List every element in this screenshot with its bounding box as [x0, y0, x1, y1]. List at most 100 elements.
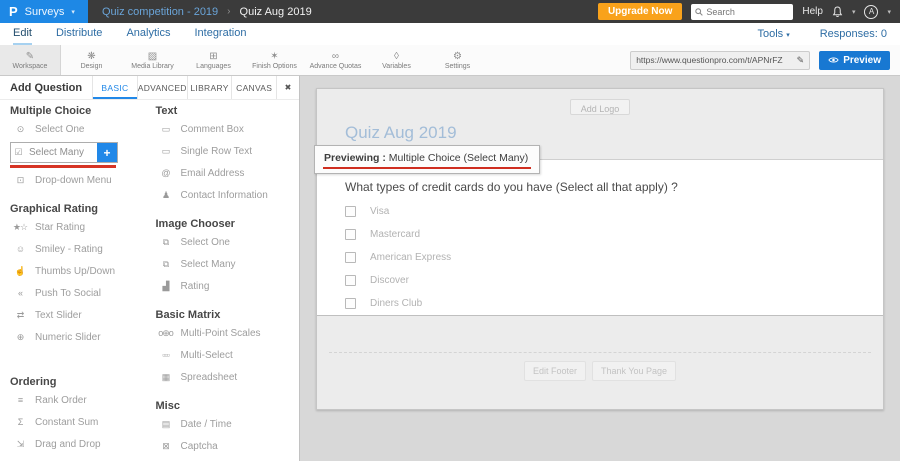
option-label: Discover [370, 275, 409, 286]
surveys-product-menu[interactable]: P Surveys ▾ [0, 0, 88, 23]
survey-title[interactable]: Quiz Aug 2019 [345, 123, 883, 143]
upgrade-now-button[interactable]: Upgrade Now [598, 3, 682, 20]
toolbar-tab-workspace[interactable]: ✎Workspace [0, 45, 61, 75]
comment-box-icon: ▭ [158, 124, 174, 135]
responses-count-link[interactable]: Responses: 0 [820, 28, 887, 40]
toolbar-right: ✎ Preview [630, 45, 900, 75]
toolbar-tab-media-library[interactable]: ▨Media Library [122, 45, 183, 75]
tools-dropdown[interactable]: Tools ▾ [757, 28, 789, 40]
panel-item-label: Drag and Drop [35, 439, 101, 450]
variables-tag-icon: ◊ [394, 51, 399, 62]
survey-url-input[interactable] [636, 55, 793, 65]
toolbar-tab-finish-options[interactable]: ✶Finish Options [244, 45, 305, 75]
chevron-down-icon[interactable]: ▾ [852, 8, 856, 16]
panel-tab-canvas[interactable]: CANVAS [231, 76, 276, 99]
panel-item-label: Push To Social [35, 288, 101, 299]
panel-item-date-time[interactable]: ▤Date / Time [154, 413, 300, 435]
question-card: What types of credit cards do you have (… [317, 159, 883, 316]
radio-stack-icon: ⊙ [12, 124, 28, 135]
section-title: Graphical Rating [10, 203, 154, 216]
panel-item-contact-information[interactable]: ♟Contact Information [154, 184, 300, 206]
panel-item-email-address[interactable]: @Email Address [154, 162, 300, 184]
panel-title: Add Question [0, 76, 92, 99]
question-text[interactable]: What types of credit cards do you have (… [345, 180, 883, 194]
panel-item-rating[interactable]: ▟Rating [154, 275, 300, 297]
panel-item-select-many[interactable]: ⧉Select Many [154, 253, 300, 275]
finish-wand-icon: ✶ [270, 51, 278, 62]
preview-button[interactable]: Preview [819, 51, 890, 70]
option-checkbox[interactable] [345, 206, 356, 217]
panel-item-star-rating[interactable]: ★☆Star Rating [8, 216, 154, 238]
option-checkbox[interactable] [345, 252, 356, 263]
toolbar-tab-design[interactable]: ❋Design [61, 45, 122, 75]
toolbar-tab-settings[interactable]: ⚙Settings [427, 45, 488, 75]
email-at-icon: @ [158, 168, 174, 178]
question-types-list: Multiple Choice⊙Select One☑Select Many+⊡… [0, 100, 299, 457]
option-checkbox[interactable] [345, 229, 356, 240]
panel-item-comment-box[interactable]: ▭Comment Box [154, 118, 300, 140]
search-input[interactable] [706, 7, 789, 17]
panel-item-label: Rank Order [35, 395, 87, 406]
section-basic-matrix: Basic Matrixo⊕oMulti-Point Scales▫▫▫Mult… [154, 309, 300, 388]
red-underline [10, 165, 116, 168]
panel-tab-basic[interactable]: BASIC [92, 76, 137, 99]
edit-footer-button[interactable]: Edit Footer [524, 361, 586, 381]
constant-sum-icon: Σ [12, 417, 28, 427]
panel-item-constant-sum[interactable]: ΣConstant Sum [8, 411, 154, 433]
panel-item-label: Select Many [29, 147, 93, 158]
chevron-down-icon[interactable]: ▾ [887, 8, 891, 16]
content-area: Add Question BASICADVANCEDLIBRARYCANVAS … [0, 76, 900, 461]
panel-item-label: Spreadsheet [181, 372, 238, 383]
nav-integration[interactable]: Integration [194, 23, 246, 45]
panel-item-select-one[interactable]: ⧉Select One [154, 231, 300, 253]
panel-item-captcha[interactable]: ⊠Captcha [154, 435, 300, 457]
panel-item-select-one[interactable]: ⊙Select One [8, 118, 154, 140]
toolbar-tab-languages[interactable]: ⊞Languages [183, 45, 244, 75]
panel-item-multi-point-scales[interactable]: o⊕oMulti-Point Scales [154, 322, 300, 344]
nav-analytics[interactable]: Analytics [126, 23, 170, 45]
panel-item-smiley-rating[interactable]: ☺Smiley - Rating [8, 238, 154, 260]
toolbar-tab-label: Languages [196, 63, 231, 70]
languages-icon: ⊞ [209, 51, 217, 62]
panel-tab-library[interactable]: LIBRARY [187, 76, 232, 99]
image-select-many-icon: ⧉ [158, 259, 174, 270]
nav-distribute[interactable]: Distribute [56, 23, 102, 45]
add-question-panel: Add Question BASICADVANCEDLIBRARYCANVAS … [0, 76, 300, 461]
add-logo-button[interactable]: Add Logo [570, 99, 631, 115]
panel-item-spreadsheet[interactable]: ▦Spreadsheet [154, 366, 300, 388]
avatar[interactable]: A [864, 5, 878, 19]
footer-divider [329, 352, 871, 353]
panel-item-push-to-social[interactable]: «Push To Social [8, 282, 154, 304]
panel-item-rank-order[interactable]: ≡Rank Order [8, 389, 154, 411]
panel-tab-advanced[interactable]: ADVANCED [137, 76, 187, 99]
option-checkbox[interactable] [345, 275, 356, 286]
edit-url-pencil-icon[interactable]: ✎ [797, 55, 805, 66]
add-question-plus-button[interactable]: + [97, 143, 117, 162]
section-text: Text▭Comment Box▭Single Row Text@Email A… [154, 105, 300, 206]
logo-strip: Add Logo [317, 89, 883, 115]
panel-item-select-many[interactable]: ☑Select Many+ [10, 142, 118, 163]
notifications-bell-icon[interactable] [832, 6, 843, 18]
toolbar-tab-variables[interactable]: ◊Variables [366, 45, 427, 75]
panel-item-text-slider[interactable]: ⇄Text Slider [8, 304, 154, 326]
panel-item-single-row-text[interactable]: ▭Single Row Text [154, 140, 300, 162]
search-box[interactable] [691, 4, 793, 20]
panel-item-drag-and-drop[interactable]: ⇲Drag and Drop [8, 433, 154, 455]
section-ordering: Ordering≡Rank OrderΣConstant Sum⇲Drag an… [8, 376, 154, 455]
nav-edit[interactable]: Edit [13, 23, 32, 45]
toolbar-tab-advance-quotas[interactable]: ∞Advance Quotas [305, 45, 366, 75]
panel-item-thumbs-up-down[interactable]: ☝Thumbs Up/Down [8, 260, 154, 282]
thank-you-page-button[interactable]: Thank You Page [592, 361, 676, 381]
option-checkbox[interactable] [345, 298, 356, 309]
survey-preview-area: Add Logo Quiz Aug 2019 Previewing : Mult… [300, 76, 900, 461]
calendar-icon: ▤ [158, 419, 174, 430]
panel-item-numeric-slider[interactable]: ⊕Numeric Slider [8, 326, 154, 348]
panel-item-multi-select[interactable]: ▫▫▫Multi-Select [154, 344, 300, 366]
panel-item-drop-down-menu[interactable]: ⊡Drop-down Menu [8, 169, 154, 191]
previewing-value: Multiple Choice (Select Many) [389, 152, 528, 164]
panel-item-label: Multi-Point Scales [181, 328, 261, 339]
breadcrumb-survey-link[interactable]: Quiz competition - 2019 [102, 6, 218, 18]
help-link[interactable]: Help [802, 6, 823, 17]
close-icon[interactable]: ✖ [276, 76, 299, 99]
panel-item-label: Captcha [181, 441, 218, 452]
